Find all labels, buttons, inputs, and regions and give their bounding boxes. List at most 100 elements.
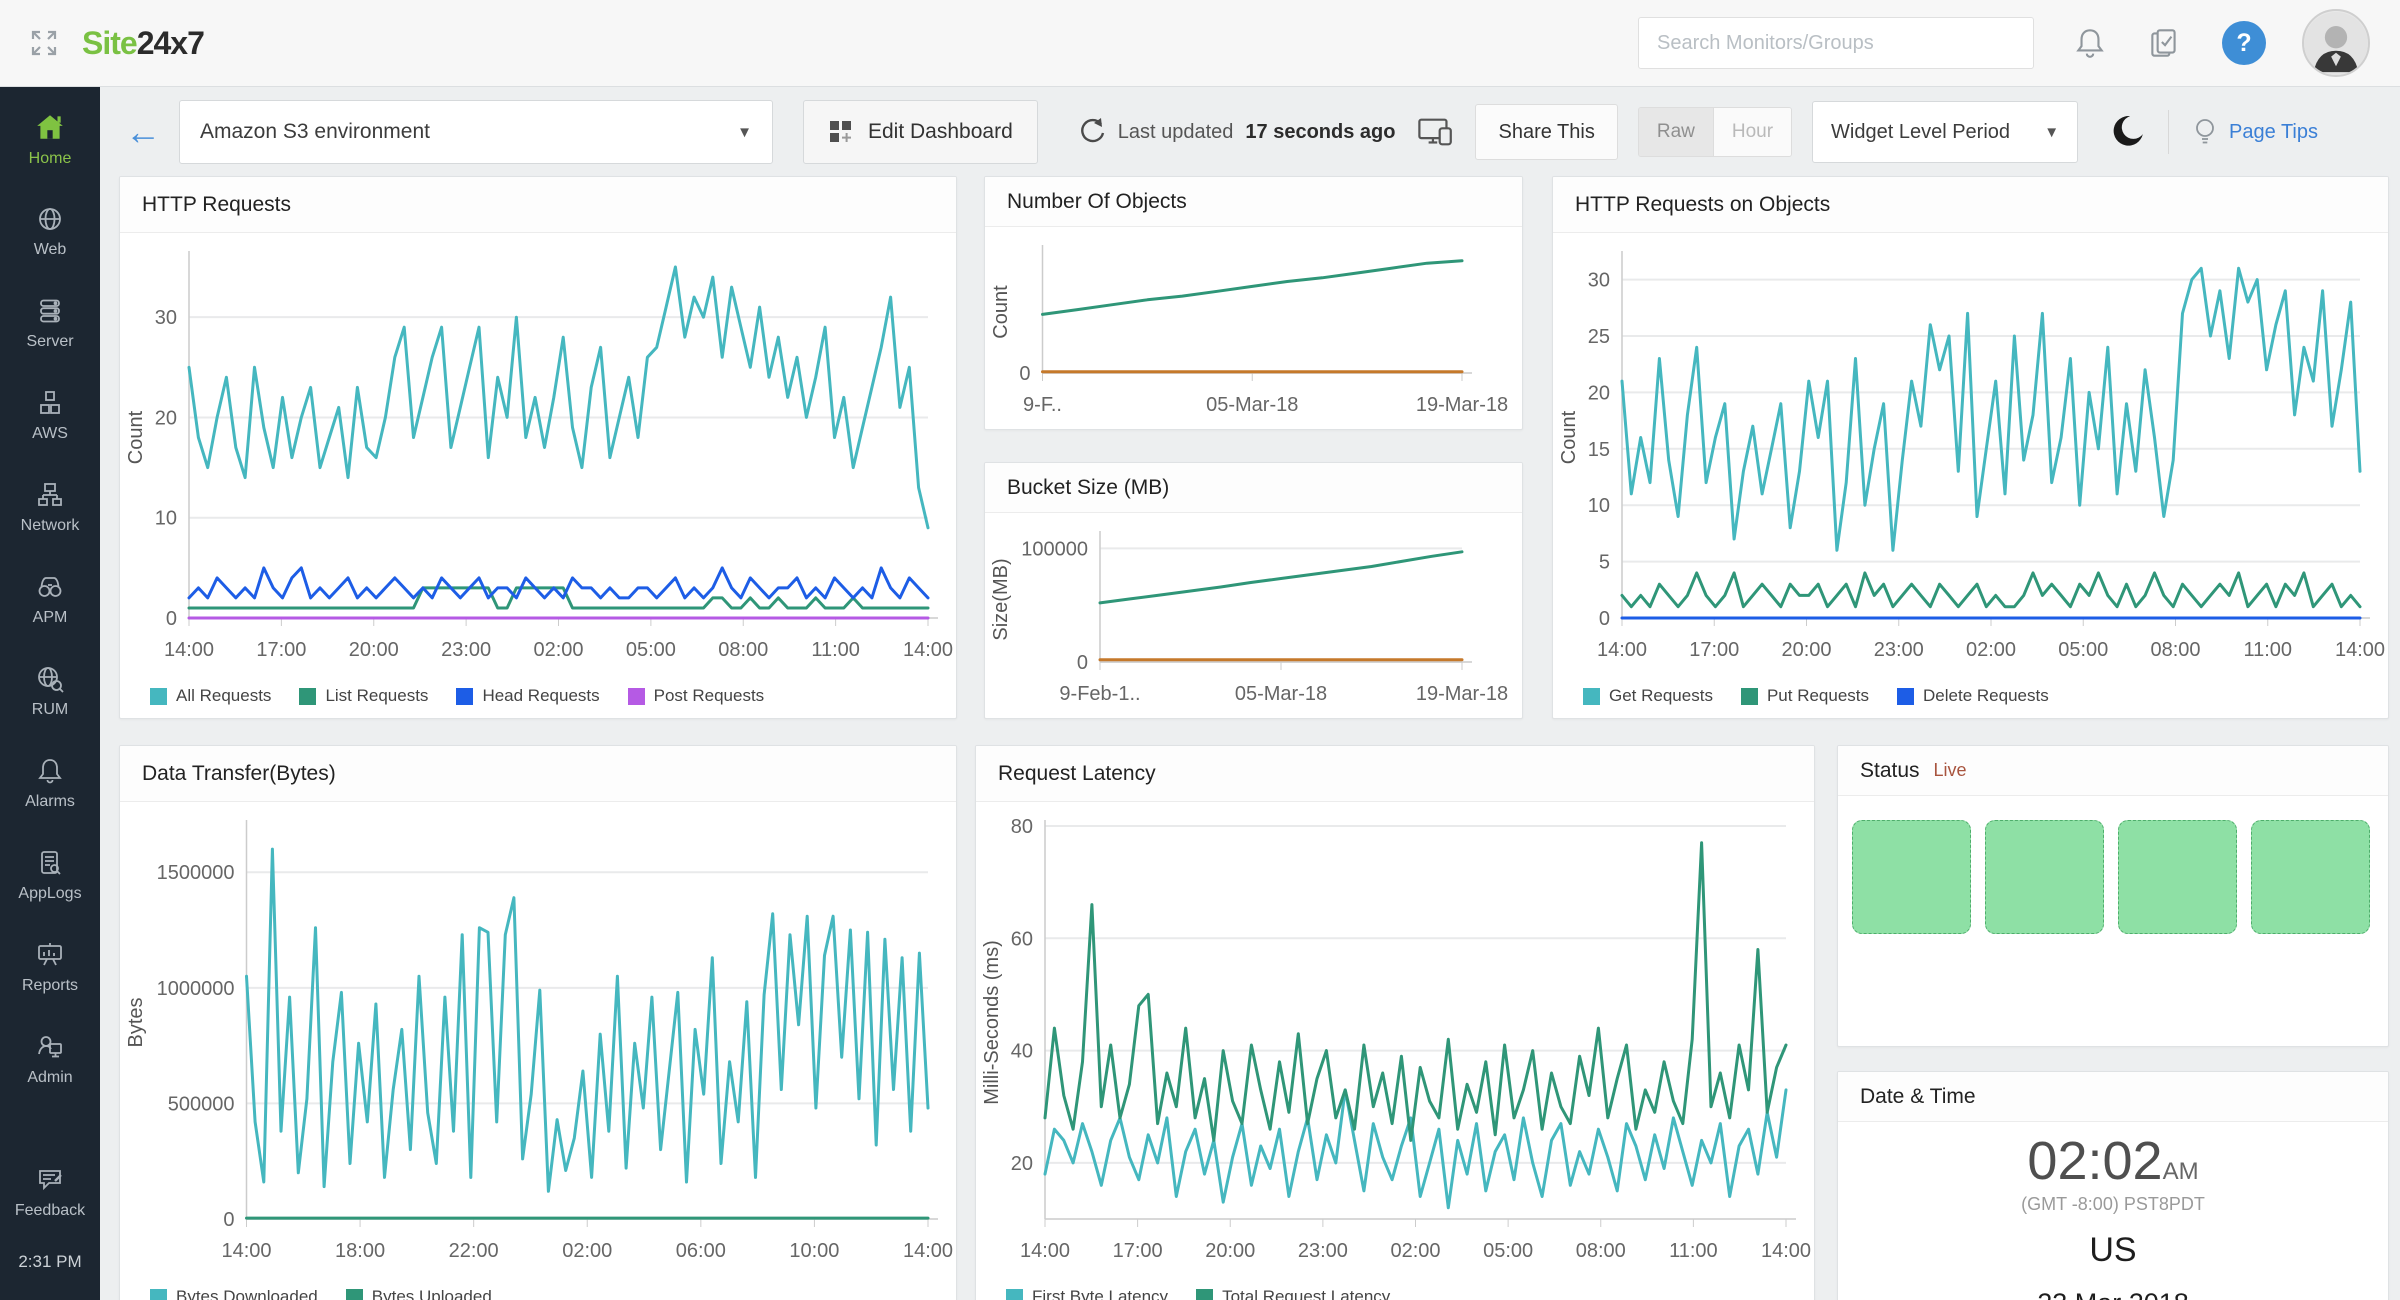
svg-text:05-Mar-18: 05-Mar-18 xyxy=(1206,394,1298,416)
svg-text:20: 20 xyxy=(1011,1153,1033,1175)
widget-title: Bucket Size (MB) xyxy=(985,463,1522,513)
sidebar-item-rum[interactable]: RUM xyxy=(0,645,100,737)
svg-text:02:00: 02:00 xyxy=(1966,639,2016,661)
number-of-objects-chart: 09-F..05-Mar-1819-Mar-18Count xyxy=(985,227,1522,429)
legend-item[interactable]: Bytes Uploaded xyxy=(346,1287,492,1300)
admin-icon xyxy=(35,1032,65,1062)
avatar[interactable] xyxy=(2302,9,2370,77)
status-box[interactable] xyxy=(1852,820,1971,934)
legend-item[interactable]: List Requests xyxy=(299,686,428,706)
legend-swatch xyxy=(346,1289,363,1300)
svg-text:10: 10 xyxy=(1588,495,1610,517)
logo-text-dark: 24x7 xyxy=(137,25,204,62)
datetime-body: 02:02AM (GMT -8:00) PST8PDT US 23 Mar 20… xyxy=(1838,1122,2388,1300)
svg-text:23:00: 23:00 xyxy=(441,639,491,661)
sidebar-item-feedback[interactable]: Feedback xyxy=(0,1146,100,1238)
chart-legend: Get Requests Put Requests Delete Requests xyxy=(1553,674,2388,718)
svg-text:25: 25 xyxy=(1588,326,1610,348)
sidebar-item-aws[interactable]: AWS xyxy=(0,369,100,461)
refresh-icon[interactable] xyxy=(1076,117,1106,147)
sidebar-item-apm[interactable]: APM xyxy=(0,553,100,645)
help-glyph: ? xyxy=(2236,29,2251,58)
widget-title: Data Transfer(Bytes) xyxy=(120,746,956,802)
toolbar-divider xyxy=(2168,110,2169,154)
legend-item[interactable]: Bytes Downloaded xyxy=(150,1287,318,1300)
legend-item[interactable]: All Requests xyxy=(150,686,271,706)
notifications-bell-icon[interactable] xyxy=(2072,25,2108,61)
widget-level-period-selector[interactable]: Widget Level Period ▼ xyxy=(1812,101,2078,163)
svg-text:0: 0 xyxy=(1077,652,1088,674)
status-box[interactable] xyxy=(2251,820,2370,934)
svg-text:14:00: 14:00 xyxy=(1761,1240,1811,1262)
clock-timezone: (GMT -8:00) PST8PDT xyxy=(1838,1194,2388,1215)
legend-item[interactable]: Put Requests xyxy=(1741,686,1869,706)
sidebar-item-applogs[interactable]: AppLogs xyxy=(0,829,100,921)
svg-text:14:00: 14:00 xyxy=(1020,1240,1070,1262)
svg-text:100000: 100000 xyxy=(1021,538,1088,560)
svg-text:14:00: 14:00 xyxy=(221,1240,271,1262)
sidebar-label: APM xyxy=(33,609,68,627)
page-tips-button[interactable]: Page Tips xyxy=(2191,117,2318,147)
legend-item[interactable]: Head Requests xyxy=(456,686,599,706)
site24x7-logo[interactable]: Site24x7 xyxy=(82,25,204,62)
legend-swatch xyxy=(299,688,316,705)
svg-text:Size(MB): Size(MB) xyxy=(990,558,1012,640)
last-updated-value: 17 seconds ago xyxy=(1245,121,1395,144)
share-this-button[interactable]: Share This xyxy=(1475,104,1617,160)
help-icon[interactable]: ? xyxy=(2222,21,2266,65)
devices-icon[interactable] xyxy=(1417,116,1455,148)
sidebar-item-server[interactable]: Server xyxy=(0,277,100,369)
sidebar-item-home[interactable]: Home xyxy=(0,93,100,185)
aws-cubes-icon xyxy=(35,388,65,418)
edit-dashboard-grid-icon xyxy=(828,119,854,145)
data-transfer-chart: 05000001000000150000014:0018:0022:0002:0… xyxy=(120,802,956,1275)
dashboard-selector[interactable]: Amazon S3 environment ▼ xyxy=(179,100,773,164)
svg-text:14:00: 14:00 xyxy=(903,639,953,661)
sidebar-label: Alarms xyxy=(25,793,75,811)
legend-item[interactable]: Post Requests xyxy=(628,686,765,706)
legend-item[interactable]: First Byte Latency xyxy=(1006,1287,1168,1300)
widget-title: Number Of Objects xyxy=(985,177,1522,227)
sidebar-item-web[interactable]: Web xyxy=(0,185,100,277)
sidebar-label: Feedback xyxy=(15,1202,85,1220)
sidebar-item-admin[interactable]: Admin xyxy=(0,1013,100,1105)
legend-swatch xyxy=(1897,688,1914,705)
dashboard-toolbar: ← Amazon S3 environment ▼ Edit Dashboard… xyxy=(100,87,2400,177)
legend-swatch xyxy=(1006,1289,1023,1300)
status-box[interactable] xyxy=(1985,820,2104,934)
dashboard-name: Amazon S3 environment xyxy=(200,120,430,144)
svg-text:14:00: 14:00 xyxy=(1597,639,1647,661)
back-arrow-icon[interactable]: ← xyxy=(125,114,161,150)
svg-text:40: 40 xyxy=(1011,1041,1033,1063)
status-box[interactable] xyxy=(2118,820,2237,934)
widget-number-of-objects: Number Of Objects 09-F..05-Mar-1819-Mar-… xyxy=(984,176,1523,430)
svg-text:Count: Count xyxy=(1558,410,1580,464)
search-input[interactable] xyxy=(1638,17,2034,69)
svg-text:18:00: 18:00 xyxy=(335,1240,385,1262)
widget-date-time: Date & Time 02:02AM (GMT -8:00) PST8PDT … xyxy=(1837,1071,2389,1300)
svg-text:17:00: 17:00 xyxy=(1113,1240,1163,1262)
tasks-clipboard-icon[interactable] xyxy=(2146,25,2182,61)
sidebar-item-reports[interactable]: Reports xyxy=(0,921,100,1013)
dark-mode-moon-icon[interactable] xyxy=(2108,113,2146,151)
edit-dashboard-button[interactable]: Edit Dashboard xyxy=(803,100,1038,164)
sidebar-label: Home xyxy=(29,150,72,168)
chart-legend: All Requests List Requests Head Requests Po… xyxy=(120,674,956,718)
svg-text:20: 20 xyxy=(1588,382,1610,404)
legend-item[interactable]: Delete Requests xyxy=(1897,686,2049,706)
toggle-raw[interactable]: Raw xyxy=(1639,108,1714,156)
server-icon xyxy=(35,296,65,326)
svg-text:05:00: 05:00 xyxy=(1483,1240,1533,1262)
legend-swatch xyxy=(1741,688,1758,705)
sidebar-item-network[interactable]: Network xyxy=(0,461,100,553)
last-updated: Last updated 17 seconds ago xyxy=(1076,117,1396,147)
clock-meridiem: AM xyxy=(2163,1158,2199,1185)
legend-item[interactable]: Total Request Latency xyxy=(1196,1287,1390,1300)
sidebar-item-alarms[interactable]: Alarms xyxy=(0,737,100,829)
widget-level-period-label: Widget Level Period xyxy=(1831,121,2010,144)
legend-item[interactable]: Get Requests xyxy=(1583,686,1713,706)
svg-text:0: 0 xyxy=(1599,608,1610,630)
expand-fullscreen-icon[interactable] xyxy=(28,27,60,59)
status-boxes xyxy=(1838,796,2388,958)
toggle-hour[interactable]: Hour xyxy=(1714,108,1791,156)
